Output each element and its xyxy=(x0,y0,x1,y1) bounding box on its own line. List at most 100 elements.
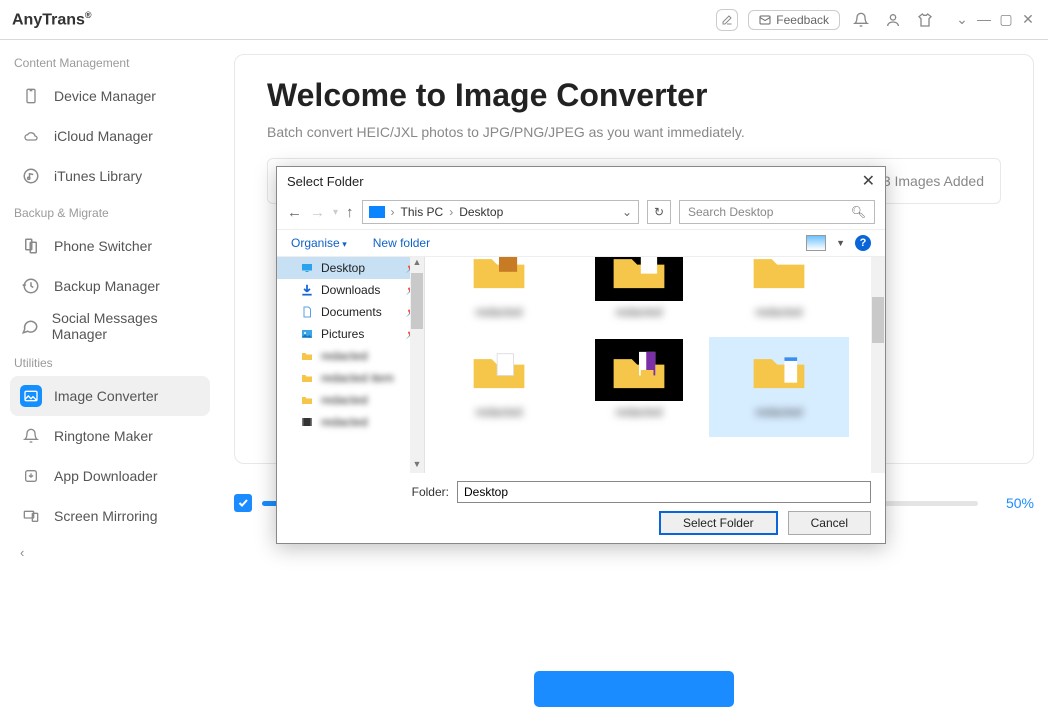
tree-item-label: Documents xyxy=(321,305,382,319)
sidebar-item-app-downloader[interactable]: App Downloader xyxy=(10,456,210,496)
tree-item-pictures[interactable]: Pictures 📌 xyxy=(277,323,424,345)
folder-tile[interactable]: redacted xyxy=(569,337,709,437)
tree-item-label: Desktop xyxy=(321,261,365,275)
history-icon xyxy=(20,275,42,297)
folder-icon xyxy=(299,392,315,408)
bell-icon[interactable] xyxy=(850,9,872,31)
sidebar-item-ringtone-maker[interactable]: Ringtone Maker xyxy=(10,416,210,456)
folder-tile[interactable]: redacted xyxy=(429,337,569,437)
crumb-sep: › xyxy=(449,205,453,219)
folder-name-input[interactable] xyxy=(457,481,871,503)
tree-item-documents[interactable]: Documents 📌 xyxy=(277,301,424,323)
chevron-down-icon[interactable]: ⌄ xyxy=(954,11,970,28)
pc-icon xyxy=(369,206,385,218)
feedback-button[interactable]: Feedback xyxy=(748,10,840,30)
page-subtitle: Batch convert HEIC/JXL photos to JPG/PNG… xyxy=(267,124,1001,140)
sidebar-item-device-manager[interactable]: Device Manager xyxy=(10,76,210,116)
address-dropdown-icon[interactable]: ⌄ xyxy=(622,205,632,219)
folder-tile[interactable]: redacted xyxy=(429,257,569,337)
sidebar-item-social-messages[interactable]: Social Messages Manager xyxy=(10,306,210,346)
folder-icon xyxy=(299,348,315,364)
pictures-icon xyxy=(299,326,315,342)
message-icon xyxy=(20,315,40,337)
folder-icon xyxy=(299,370,315,386)
tree-item-downloads[interactable]: Downloads 📌 xyxy=(277,279,424,301)
folder-tile[interactable]: redacted xyxy=(709,257,849,337)
titlebar-controls: Feedback ⌄ ― ▢ ✕ xyxy=(716,9,1036,31)
tree-item-video[interactable]: redacted xyxy=(277,411,424,433)
page-title: Welcome to Image Converter xyxy=(267,77,1001,114)
crumb-desktop[interactable]: Desktop xyxy=(459,205,503,219)
crumb-this-pc[interactable]: This PC xyxy=(401,205,444,219)
sidebar-item-image-converter[interactable]: Image Converter xyxy=(10,376,210,416)
progress-percent: 50% xyxy=(988,495,1034,511)
tree-item-folder[interactable]: redacted xyxy=(277,345,424,367)
registered-mark: ® xyxy=(85,10,92,20)
nav-forward-icon[interactable]: → xyxy=(310,204,325,221)
primary-action-button[interactable] xyxy=(534,671,734,707)
nav-back-icon[interactable]: ← xyxy=(287,204,302,221)
app-logo: AnyTrans® xyxy=(12,10,92,29)
switcher-icon xyxy=(20,235,42,257)
view-mode-button[interactable] xyxy=(806,235,826,251)
edit-icon[interactable] xyxy=(716,9,738,31)
new-folder-button[interactable]: New folder xyxy=(373,236,430,250)
tree-item-folder[interactable]: redacted xyxy=(277,389,424,411)
folder-tree: Desktop 📌 Downloads 📌 Documents 📌 Pictur… xyxy=(277,257,425,473)
folders-scrollbar[interactable] xyxy=(871,257,885,473)
close-icon[interactable]: ✕ xyxy=(1020,11,1036,28)
sidebar-item-itunes-library[interactable]: iTunes Library xyxy=(10,156,210,196)
select-folder-button[interactable]: Select Folder xyxy=(659,511,778,535)
minimize-icon[interactable]: ― xyxy=(976,11,992,28)
user-icon[interactable] xyxy=(882,9,904,31)
tree-item-label: Downloads xyxy=(321,283,380,297)
refresh-button[interactable]: ↻ xyxy=(647,200,671,224)
cancel-button[interactable]: Cancel xyxy=(788,511,871,535)
desktop-icon xyxy=(299,260,315,276)
tree-item-label: redacted xyxy=(321,393,368,407)
dialog-titlebar: Select Folder ✕ xyxy=(277,167,885,195)
sidebar-item-label: iCloud Manager xyxy=(54,128,153,144)
music-icon xyxy=(20,165,42,187)
dialog-close-icon[interactable]: ✕ xyxy=(862,171,875,191)
group-backup-migrate: Backup & Migrate xyxy=(14,206,206,220)
search-icon: 🔍︎ xyxy=(851,205,866,219)
sidebar: Content Management Device Manager iCloud… xyxy=(0,40,220,627)
view-mode-dropdown-icon[interactable]: ▼ xyxy=(836,238,845,248)
nav-up-icon[interactable]: ↑ xyxy=(346,204,354,221)
group-content-management: Content Management xyxy=(14,56,206,70)
sidebar-item-screen-mirroring[interactable]: Screen Mirroring xyxy=(10,496,210,536)
app-name: AnyTrans xyxy=(12,11,85,28)
tree-item-desktop[interactable]: Desktop 📌 xyxy=(277,257,424,279)
dialog-bottom: Folder: Select Folder Cancel xyxy=(277,473,885,543)
address-bar[interactable]: › This PC › Desktop ⌄ xyxy=(362,200,639,224)
help-icon[interactable]: ? xyxy=(855,235,871,251)
mirror-icon xyxy=(20,505,42,527)
tree-item-folder[interactable]: redacted item xyxy=(277,367,424,389)
sidebar-item-label: Device Manager xyxy=(54,88,156,104)
dialog-title: Select Folder xyxy=(287,174,364,189)
cloud-icon xyxy=(20,125,42,147)
search-input[interactable]: Search Desktop 🔍︎ xyxy=(679,200,875,224)
sidebar-item-label: Phone Switcher xyxy=(54,238,152,254)
folder-tile[interactable]: redacted xyxy=(569,257,709,337)
tree-scrollbar[interactable]: ▲▼ xyxy=(410,257,424,473)
tree-item-label: Pictures xyxy=(321,327,364,341)
video-icon xyxy=(299,414,315,430)
search-placeholder: Search Desktop xyxy=(688,205,773,219)
organise-menu[interactable]: Organise xyxy=(291,236,347,250)
dialog-nav: ← → ▾ ↑ › This PC › Desktop ⌄ ↻ Search D… xyxy=(277,195,885,229)
select-all-checkbox[interactable] xyxy=(234,494,252,512)
folder-tile-selected[interactable]: redacted xyxy=(709,337,849,437)
sidebar-item-label: iTunes Library xyxy=(54,168,142,184)
sidebar-item-label: Social Messages Manager xyxy=(52,310,200,342)
sidebar-item-icloud-manager[interactable]: iCloud Manager xyxy=(10,116,210,156)
group-utilities: Utilities xyxy=(14,356,206,370)
sidebar-item-backup-manager[interactable]: Backup Manager xyxy=(10,266,210,306)
shirt-icon[interactable] xyxy=(914,9,936,31)
select-folder-dialog: Select Folder ✕ ← → ▾ ↑ › This PC › Desk… xyxy=(276,166,886,544)
maximize-icon[interactable]: ▢ xyxy=(998,11,1014,28)
sidebar-collapse[interactable]: ‹ xyxy=(10,536,210,568)
nav-recent-icon[interactable]: ▾ xyxy=(333,207,338,218)
sidebar-item-phone-switcher[interactable]: Phone Switcher xyxy=(10,226,210,266)
